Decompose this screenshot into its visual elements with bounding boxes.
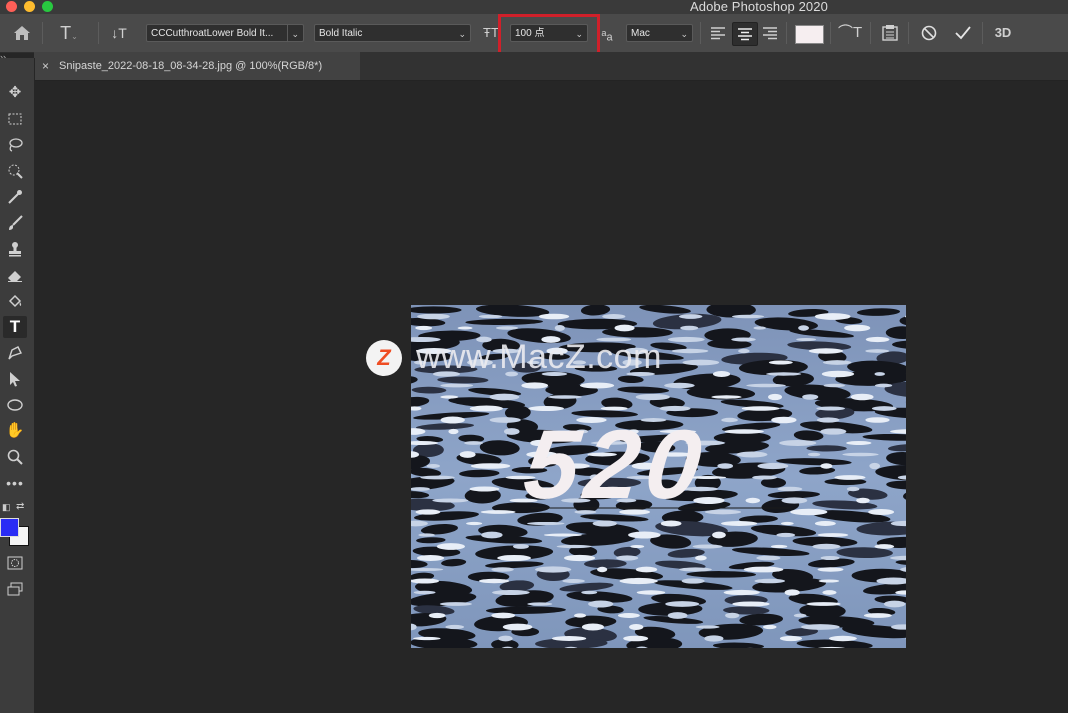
zoom-window-button[interactable] — [42, 1, 53, 12]
stamp-tool-icon[interactable] — [3, 238, 27, 260]
default-colors-icon[interactable]: ◧ — [2, 502, 11, 513]
anti-alias-value: Mac — [631, 28, 650, 39]
swap-colors-icon[interactable]: ⇄ — [16, 501, 24, 512]
more-tools-icon[interactable]: ••• — [3, 472, 27, 494]
close-tab-icon[interactable]: × — [42, 52, 49, 80]
chevron-down-icon: ⌄ — [680, 29, 688, 39]
font-size-highlight-annotation — [498, 14, 600, 57]
font-family-value: CCCutthroatLower Bold It... — [151, 28, 274, 39]
align-right-icon[interactable] — [760, 24, 780, 42]
eyedropper-tool-icon[interactable] — [3, 186, 27, 208]
document-tab[interactable]: × Snipaste_2022-08-18_08-34-28.jpg @ 100… — [34, 52, 360, 80]
zoom-tool-icon[interactable] — [3, 446, 27, 468]
paint-bucket-tool-icon[interactable] — [3, 290, 27, 312]
brush-tool-icon[interactable] — [3, 212, 27, 234]
foreground-color-swatch[interactable] — [0, 518, 19, 537]
font-style-value: Bold Italic — [319, 28, 363, 39]
toolbox: ✥ T ✋ ••• ◧ ⇄ — [0, 58, 35, 713]
title-bar: Adobe Photoshop 2020 — [0, 0, 1068, 14]
lasso-tool-icon[interactable] — [3, 134, 27, 156]
anti-alias-dropdown[interactable]: Mac ⌄ — [626, 24, 693, 42]
type-tool-icon[interactable]: T — [3, 316, 27, 338]
path-selection-tool-icon[interactable] — [3, 368, 27, 390]
toggle-text-orientation-icon[interactable]: ↓T — [106, 14, 132, 52]
cancel-icon[interactable] — [917, 14, 941, 56]
align-center-icon[interactable] — [732, 22, 758, 46]
eraser-tool-icon[interactable] — [3, 264, 27, 286]
align-left-icon[interactable] — [708, 24, 728, 42]
minimize-window-button[interactable] — [24, 1, 35, 12]
text-layer-520[interactable]: 520 — [519, 408, 712, 521]
type-tool-preset-icon[interactable]: T⌄ — [52, 14, 86, 56]
quick-selection-tool-icon[interactable] — [3, 160, 27, 182]
font-family-dropdown[interactable]: CCCutthroatLower Bold It... ⌄ — [146, 24, 304, 42]
pen-tool-icon[interactable] — [3, 342, 27, 364]
ellipse-tool-icon[interactable] — [3, 394, 27, 416]
quick-mask-icon[interactable] — [3, 552, 27, 574]
3d-button[interactable]: 3D — [990, 14, 1016, 52]
text-color-swatch[interactable] — [795, 25, 824, 44]
chevron-down-icon: ⌄ — [287, 25, 299, 41]
chevron-down-icon: ⌄ — [458, 29, 466, 39]
warp-text-icon[interactable]: ⌒T — [838, 14, 862, 52]
hand-tool-icon[interactable]: ✋ — [3, 420, 27, 442]
watermark-logo-letter: Z — [377, 345, 391, 370]
font-style-dropdown[interactable]: Bold Italic ⌄ — [314, 24, 471, 42]
home-icon[interactable] — [8, 14, 36, 56]
document-tab-label: Snipaste_2022-08-18_08-34-28.jpg @ 100%(… — [59, 60, 323, 72]
close-window-button[interactable] — [6, 1, 17, 12]
commit-check-icon[interactable] — [951, 14, 975, 55]
anti-alias-icon: aa — [601, 28, 613, 44]
move-tool-icon[interactable]: ✥ — [3, 82, 27, 104]
watermark-text: www.MacZ.com — [416, 338, 662, 376]
app-title: Adobe Photoshop 2020 — [690, 0, 828, 14]
screen-mode-icon[interactable] — [3, 578, 27, 600]
character-paragraph-panel-icon[interactable] — [878, 14, 902, 56]
marquee-tool-icon[interactable] — [3, 108, 27, 130]
